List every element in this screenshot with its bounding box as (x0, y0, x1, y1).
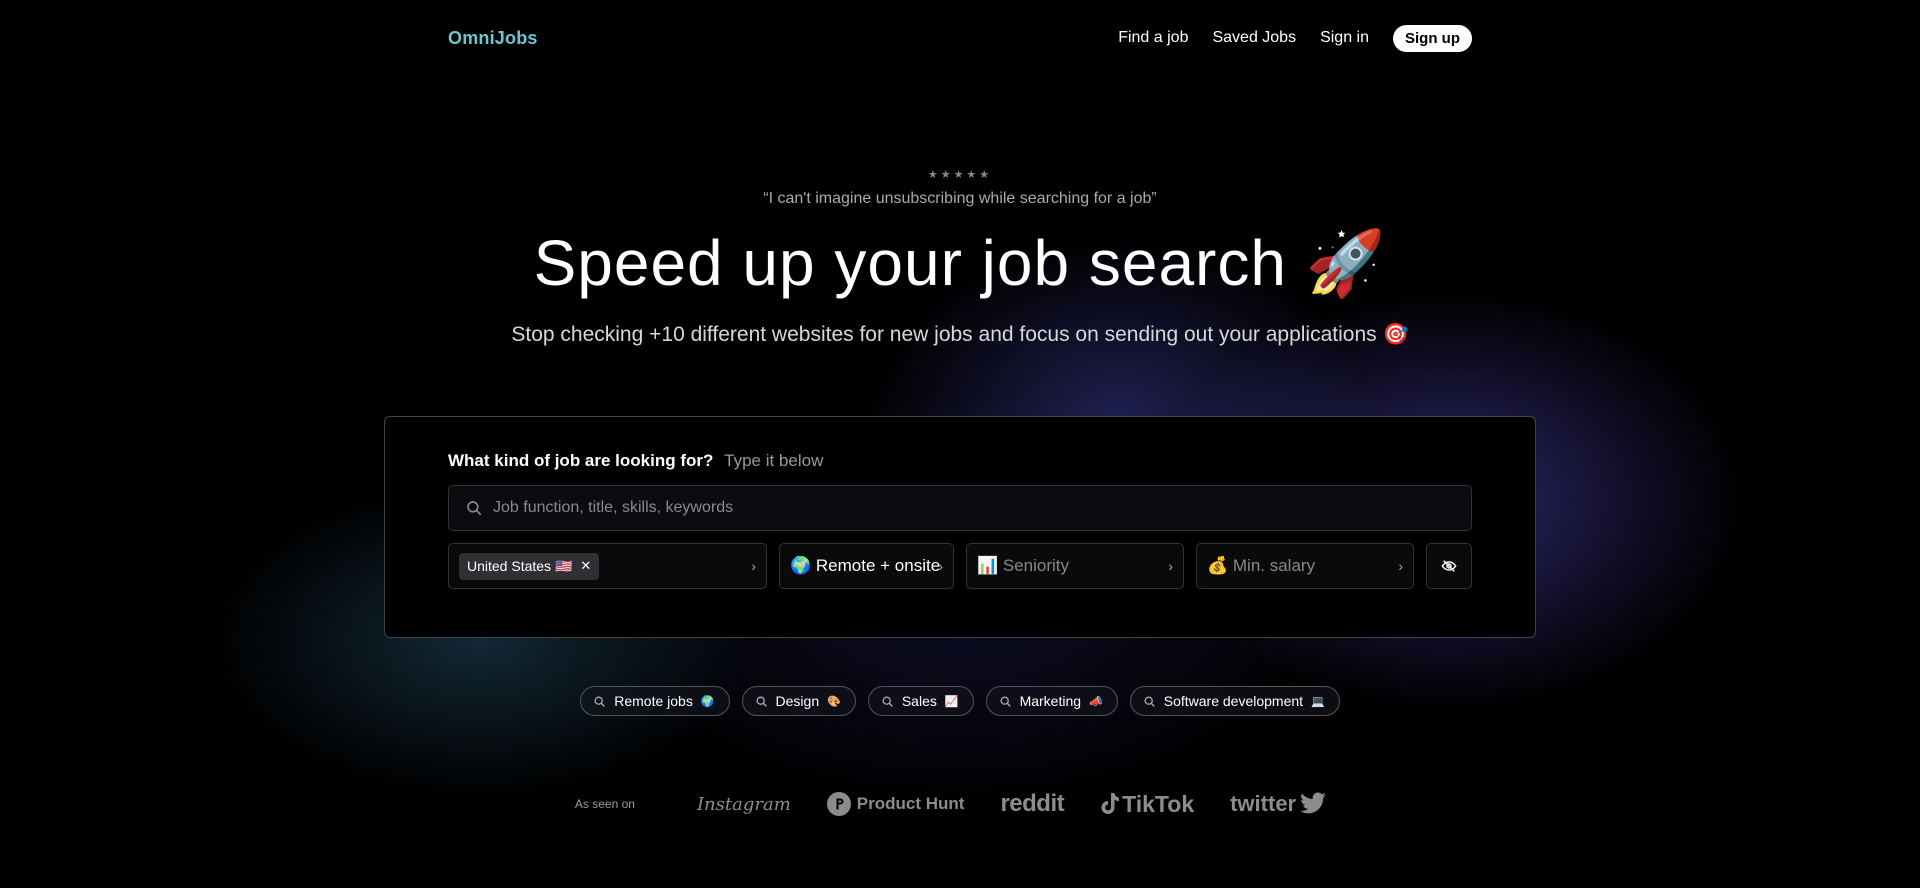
quick-search-label: Marketing (1019, 693, 1082, 709)
chevron-right-icon: › (1398, 558, 1403, 574)
search-icon (1000, 695, 1011, 707)
quick-search-design[interactable]: Design 🎨 (741, 686, 856, 716)
quick-search-emoji: 📈 (944, 695, 959, 708)
as-seen-on-label: As seen on (574, 797, 635, 811)
chevron-right-icon: › (1168, 558, 1173, 574)
search-hint: Type it below (724, 451, 824, 470)
hide-seen-toggle[interactable] (1426, 543, 1472, 589)
product-hunt-label: Product Hunt (856, 794, 965, 813)
search-icon (594, 695, 606, 707)
seniority-placeholder: 📊 Seniority (977, 556, 1070, 575)
page-subtitle: Stop checking +10 different websites for… (511, 323, 1409, 346)
eye-off-icon (1441, 560, 1457, 572)
chevron-right-icon: › (751, 558, 756, 574)
twitter-label: twitter (1230, 791, 1297, 816)
location-filter[interactable]: United States 🇺🇸 ✕ › (448, 543, 767, 589)
search-question: What kind of job are looking for? (448, 451, 714, 470)
sign-up-button[interactable]: Sign up (1393, 24, 1472, 52)
quick-search-emoji: 🎨 (827, 695, 841, 708)
quick-searches: Remote jobs 🌍 Design 🎨 Sales 📈 Marketing… (0, 686, 1920, 716)
quick-search-emoji: 💻 (1311, 695, 1325, 708)
nav-find-job[interactable]: Find a job (1118, 29, 1188, 47)
quick-search-remote[interactable]: Remote jobs 🌍 (580, 686, 730, 716)
twitter-logo: twitter (1230, 791, 1327, 817)
quick-search-emoji: 🌍 (700, 695, 715, 708)
quick-search-label: Sales (901, 693, 937, 709)
quick-search-label: Software development (1163, 693, 1304, 709)
quick-search-label: Remote jobs (614, 693, 693, 709)
page-title: Speed up your job search 🚀 (533, 227, 1387, 299)
search-icon (756, 695, 767, 707)
reddit-logo: reddit (1000, 790, 1065, 817)
search-icon (882, 695, 893, 707)
search-input[interactable] (493, 499, 1453, 517)
quick-search-label: Design (775, 693, 820, 709)
quick-search-marketing[interactable]: Marketing 📣 (985, 686, 1118, 716)
location-tag-label: United States 🇺🇸 (467, 557, 573, 574)
nav-sign-in[interactable]: Sign in (1320, 29, 1369, 47)
filter-row: United States 🇺🇸 ✕ › 🌍 Remote + onsite ›… (448, 543, 1472, 589)
search-card: What kind of job are looking for? Type i… (384, 416, 1536, 638)
top-nav: OmniJobs Find a job Saved Jobs Sign in S… (448, 22, 1472, 54)
product-hunt-icon (826, 792, 851, 816)
chevron-right-icon: › (938, 558, 943, 574)
rating-stars: ★★★★★ (927, 168, 993, 181)
as-seen-on: As seen on Instagram Product Hunt reddit… (0, 790, 1920, 818)
quick-search-emoji: 📣 (1089, 695, 1103, 708)
product-hunt-logo: Product Hunt (826, 792, 965, 816)
remote-filter-value: 🌍 Remote + onsite (790, 556, 941, 575)
nav-saved-jobs[interactable]: Saved Jobs (1212, 29, 1296, 47)
tiktok-icon (1101, 793, 1120, 814)
search-box[interactable] (448, 485, 1472, 531)
salary-placeholder: 💰 Min. salary (1207, 556, 1316, 575)
close-icon[interactable]: ✕ (580, 558, 591, 574)
tiktok-label: TikTok (1122, 790, 1195, 817)
testimonial-quote: “I can't imagine unsubscribing while sea… (763, 190, 1157, 207)
search-prompt: What kind of job are looking for? Type i… (448, 451, 823, 471)
search-icon (467, 501, 482, 516)
nav-links: Find a job Saved Jobs Sign in Sign up (1118, 24, 1472, 52)
search-icon (1144, 695, 1155, 707)
twitter-bird-icon (1300, 792, 1326, 814)
quick-search-software[interactable]: Software development 💻 (1129, 686, 1340, 716)
location-tag: United States 🇺🇸 ✕ (459, 552, 600, 580)
salary-filter[interactable]: 💰 Min. salary › (1196, 543, 1414, 589)
logo[interactable]: OmniJobs (448, 28, 538, 49)
instagram-logo: Instagram (696, 793, 791, 815)
quick-search-sales[interactable]: Sales 📈 (867, 686, 974, 716)
tiktok-logo: TikTok (1100, 791, 1194, 818)
seniority-filter[interactable]: 📊 Seniority › (966, 543, 1184, 589)
remote-filter[interactable]: 🌍 Remote + onsite › (779, 543, 954, 589)
